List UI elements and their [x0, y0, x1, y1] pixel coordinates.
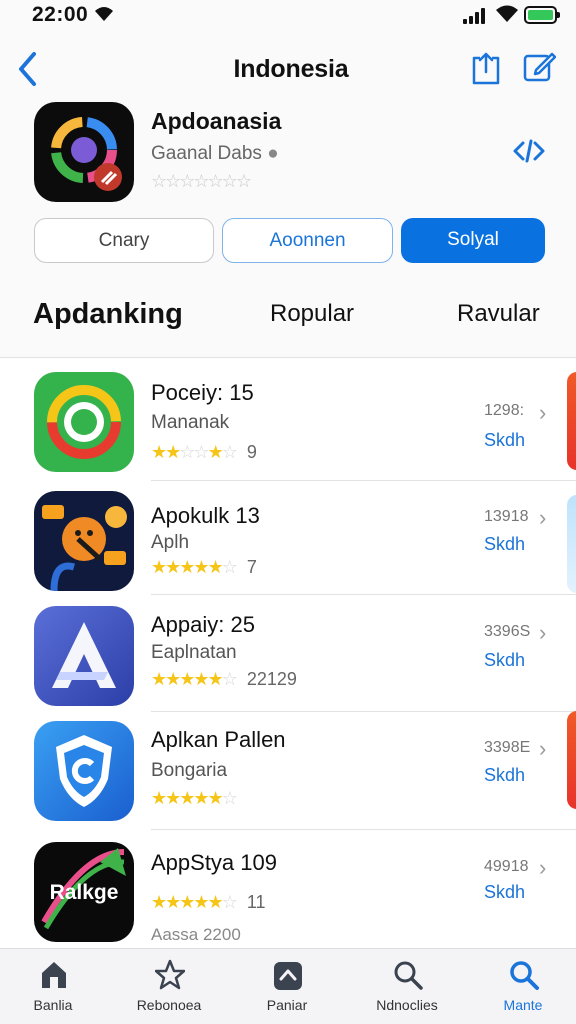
app-icon-lettering: Ralkge: [50, 881, 119, 904]
tab-bar-label: Rebonoea: [136, 997, 202, 1013]
apple-icon: ●: [267, 143, 279, 164]
star-rating-filled: ★★★★★: [151, 557, 224, 577]
tab-bar-label: Paniar: [266, 997, 308, 1013]
app-rating: ★★★★★☆ 11: [151, 892, 266, 912]
list-item[interactable]: Apokulk 13 Aplh ★★★★★☆ 7 13918 › Skdh: [0, 491, 576, 607]
app-store-screen: 22:00 Indonesia Apdoanasia Gaanal Dabs ●…: [0, 0, 576, 1024]
app-title: Appaiy: 25: [151, 612, 255, 637]
bottom-tab-bar: Banlia Rebonoea Paniar Ndnoclies Mante: [0, 948, 576, 1024]
divider: [151, 711, 576, 712]
app-size: 49918: [484, 858, 529, 875]
chevron-right-icon[interactable]: ›: [539, 620, 546, 646]
tab-bar-label: Ndnoclies: [376, 997, 438, 1013]
tab-bar-item-layers[interactable]: Paniar: [237, 949, 337, 1024]
featured-app-name: Apdoanasia: [151, 108, 282, 134]
tab-popular[interactable]: Ropular: [270, 300, 354, 328]
chevron-right-icon[interactable]: ›: [539, 736, 546, 762]
app-size: 13918: [484, 508, 529, 525]
rating-count: 22129: [246, 669, 297, 689]
divider: [151, 480, 576, 481]
segment-button-2[interactable]: Aoonnen: [222, 218, 393, 263]
star-rating-filled: ★★★★★: [151, 788, 224, 808]
featured-developer-name: Gaanal Dabs: [151, 143, 262, 164]
app-icon: [34, 606, 134, 706]
segment-button-1[interactable]: Cnary: [34, 218, 214, 263]
app-action[interactable]: Skdh: [484, 765, 525, 786]
app-size: 3398E: [484, 739, 531, 756]
divider: [151, 594, 576, 595]
featured-app-icon[interactable]: [34, 102, 134, 202]
app-title: AppStya 109: [151, 850, 277, 875]
app-subtitle: Bongaria: [151, 760, 228, 781]
share-icon[interactable]: [470, 50, 502, 86]
tab-bar-label: Mante: [503, 997, 543, 1013]
divider: [151, 829, 576, 830]
tab-regular[interactable]: Ravular: [457, 300, 540, 328]
app-extra: Aassa 2200: [151, 925, 241, 944]
app-action[interactable]: Skdh: [484, 534, 525, 555]
code-icon[interactable]: [512, 138, 546, 164]
app-title: Poceiy: 15: [151, 380, 254, 405]
tab-bar-item-star[interactable]: Rebonoea: [119, 949, 219, 1024]
star-rating-filled: ★★★★★: [151, 669, 224, 689]
edge-card: [567, 711, 576, 809]
app-title: Aplkan Pallen: [151, 727, 286, 752]
edge-card: [567, 495, 576, 593]
app-icon: Ralkge: [34, 842, 134, 942]
tab-bar-item-home[interactable]: Banlia: [3, 949, 103, 1024]
rating-count: 9: [246, 442, 257, 462]
tab-bar-item-search[interactable]: Ndnoclies: [357, 949, 457, 1024]
home-icon: [42, 962, 66, 988]
app-action[interactable]: Skdh: [484, 650, 525, 671]
search-active-icon: [510, 961, 539, 990]
featured-developer: Gaanal Dabs ●: [151, 143, 279, 165]
app-subtitle: Mananak: [151, 412, 230, 433]
tab-bar-item-search-active[interactable]: Mante: [473, 949, 573, 1024]
chevron-right-icon[interactable]: ›: [539, 855, 546, 881]
star-rating-filled: ★★★★★: [151, 892, 224, 912]
app-title: Apokulk 13: [151, 503, 260, 528]
chevron-right-icon[interactable]: ›: [539, 505, 546, 531]
app-icon: [34, 491, 134, 591]
search-icon: [394, 961, 423, 990]
app-subtitle: Eaplnatan: [151, 642, 237, 663]
featured-star-rating: ☆☆☆☆☆☆☆: [151, 171, 252, 191]
app-rating: ★★★★★☆ 22129: [151, 669, 297, 689]
app-subtitle: Aplh: [151, 532, 190, 553]
app-list: Poceiy: 15 Mananak ★★☆☆★☆ 9 1298: › Skdh: [0, 358, 576, 948]
status-time: 22:00: [32, 3, 89, 26]
app-rating: ★★★★★☆ 7: [151, 557, 257, 577]
layers-icon: [274, 962, 302, 990]
list-item[interactable]: Poceiy: 15 Mananak ★★☆☆★☆ 9 1298: › Skdh: [0, 372, 576, 488]
battery-icon: [524, 6, 560, 24]
wifi-icon: [496, 5, 518, 22]
star-rating-empty: ☆☆: [179, 442, 209, 462]
app-rating: ★★☆☆★☆ 9: [151, 442, 257, 462]
star-rating-filled: ★★: [151, 442, 181, 462]
compose-icon[interactable]: [522, 50, 556, 84]
list-item[interactable]: Aplkan Pallen Bongaria ★★★★★☆ 3398E › Sk…: [0, 711, 576, 837]
app-action[interactable]: Skdh: [484, 430, 525, 451]
edge-card: [567, 372, 576, 470]
app-icon: [34, 372, 134, 472]
status-bar: 22:00: [0, 0, 576, 34]
app-icon: [34, 721, 134, 821]
app-rating: ★★★★★☆: [151, 788, 238, 808]
app-size: 3396S: [484, 623, 531, 640]
rating-count: 7: [246, 557, 257, 577]
rating-count: 11: [246, 892, 266, 912]
app-size: 1298:: [484, 402, 525, 419]
tab-ranking[interactable]: Apdanking: [33, 298, 183, 331]
signal-icon: [463, 8, 485, 24]
wifi-icon: [95, 7, 113, 21]
list-item[interactable]: Appaiy: 25 Eaplnatan ★★★★★☆ 22129 3396S …: [0, 606, 576, 722]
chevron-right-icon[interactable]: ›: [539, 400, 546, 426]
app-action[interactable]: Skdh: [484, 882, 525, 903]
segment-button-3[interactable]: Solyal: [401, 218, 545, 263]
list-item[interactable]: Ralkge AppStya 109 ★★★★★☆ 11 Aassa 2200 …: [0, 842, 576, 948]
tab-bar-label: Banlia: [33, 997, 73, 1013]
star-icon: [155, 959, 185, 990]
